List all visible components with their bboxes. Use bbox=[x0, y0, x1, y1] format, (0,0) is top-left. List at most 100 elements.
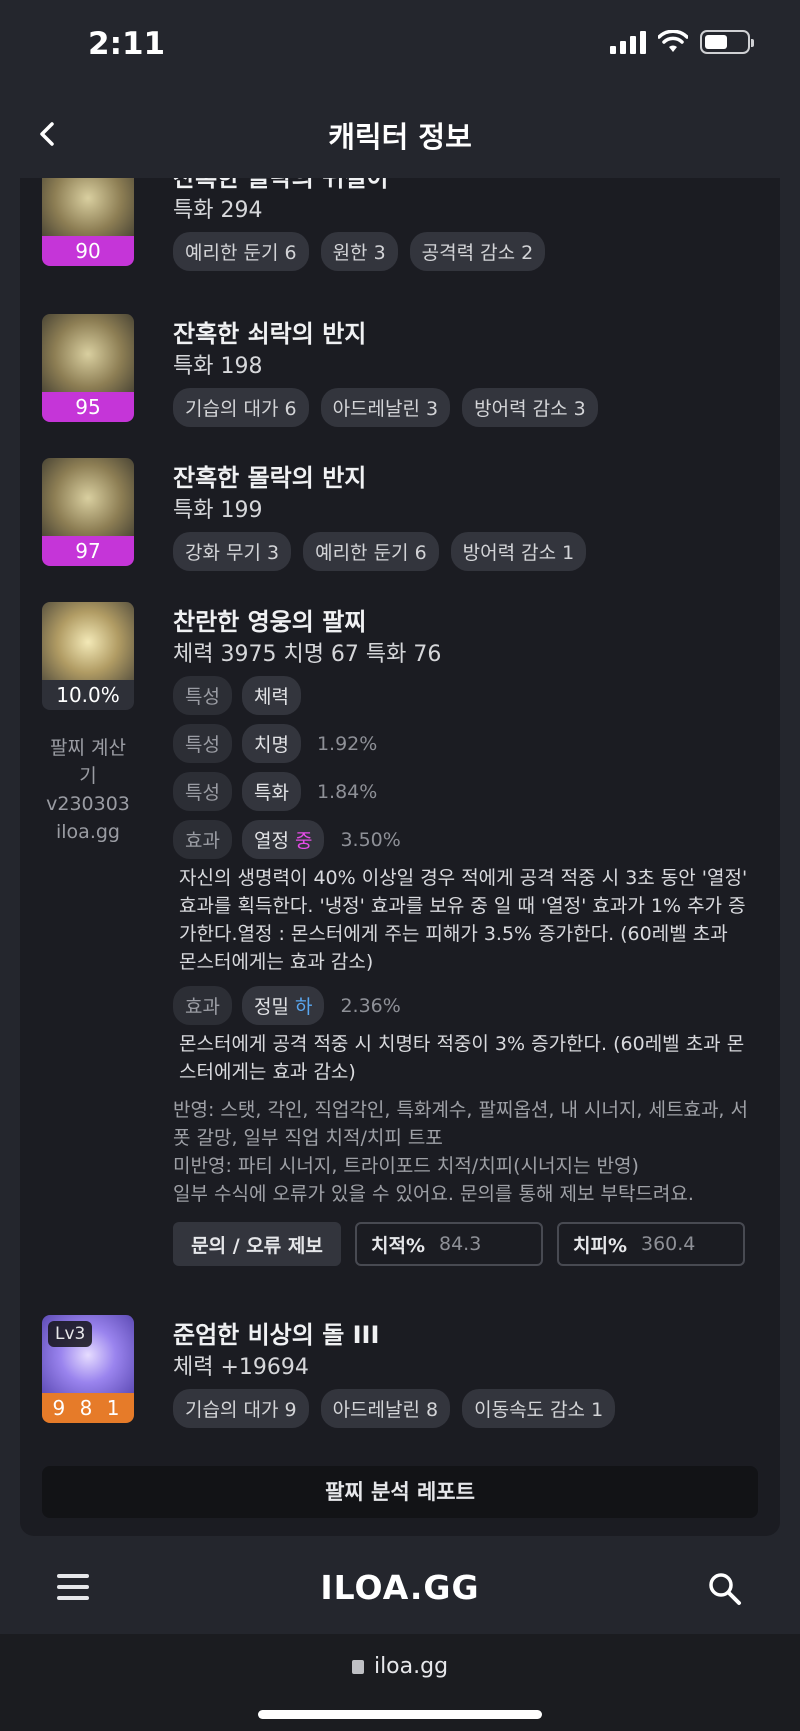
option-description: 자신의 생명력이 40% 이상일 경우 적에게 공격 적중 시 3초 동안 '열… bbox=[179, 867, 748, 973]
crit-damage-field[interactable]: 치피% 360.4 bbox=[557, 1222, 745, 1266]
equipment-panel: 90 잔혹한 몰락의 귀걸이 특화 294 예리한 둔기 6 원한 3 공격력 … bbox=[20, 178, 780, 1536]
bracelet-option: 특성 특화 1.84% bbox=[173, 772, 377, 811]
url-field[interactable]: iloa.gg bbox=[0, 1654, 800, 1679]
option-description: 몬스터에게 공격 적중 시 치명타 적중이 3% 증가한다. (60레벨 초과 … bbox=[179, 1033, 745, 1083]
item-name: 준엄한 비상의 돌 III bbox=[173, 1321, 380, 1349]
site-logo[interactable]: ILOA.GG bbox=[0, 1568, 800, 1607]
crit-rate-label: 치적% bbox=[371, 1234, 425, 1257]
engraving-tag: 아드레날린 3 bbox=[320, 388, 451, 427]
item-stat: 특화 294 bbox=[173, 198, 263, 223]
lock-icon bbox=[351, 1660, 364, 1674]
option-percent: 1.84% bbox=[316, 780, 378, 803]
ability-stone-item[interactable]: Lv3 9 8 1 준엄한 비상의 돌 III 체력 +19694 기습의 대가… bbox=[42, 1315, 762, 1435]
option-value: 열정 중 bbox=[241, 820, 325, 859]
ring-icon bbox=[42, 458, 134, 538]
browser-address-bar: iloa.gg bbox=[0, 1634, 800, 1731]
item-name: 잔혹한 몰락의 귀걸이 bbox=[173, 178, 389, 192]
bracelet-item: 10.0% 팔찌 계산기 v230303 iloa.gg 찬란한 영웅의 팔찌 … bbox=[42, 602, 762, 1332]
engraving-tag: 예리한 둔기 6 bbox=[173, 232, 309, 271]
crit-rate-field[interactable]: 치적% 84.3 bbox=[355, 1222, 543, 1266]
item-thumbnail: 97 bbox=[42, 458, 134, 566]
stone-level-badge: Lv3 bbox=[48, 1321, 93, 1347]
engraving-tags: 강화 무기 3 예리한 둔기 6 방어력 감소 1 bbox=[173, 532, 587, 571]
option-name: 정밀 bbox=[253, 996, 289, 1018]
report-error-button[interactable]: 문의 / 오류 제보 bbox=[173, 1222, 341, 1266]
quality-badge: 97 bbox=[42, 536, 134, 566]
engraving-tags: 예리한 둔기 6 원한 3 공격력 감소 2 bbox=[173, 232, 546, 271]
item-stat: 체력 3975 치명 67 특화 76 bbox=[173, 642, 442, 667]
engraving-tag: 이동속도 감소 1 bbox=[462, 1389, 616, 1428]
item-thumbnail: Lv3 9 8 1 bbox=[42, 1315, 134, 1423]
url-text: iloa.gg bbox=[373, 1654, 449, 1679]
accessory-item[interactable]: 95 잔혹한 쇠락의 반지 특화 198 기습의 대가 6 아드레날린 3 방어… bbox=[42, 314, 762, 427]
calc-label-line: v230303 bbox=[46, 793, 130, 815]
engraving-tag: 예리한 둔기 6 bbox=[303, 532, 439, 571]
option-percent: 2.36% bbox=[340, 994, 401, 1017]
earring-icon bbox=[42, 178, 134, 238]
unreflected-note: 미반영: 파티 시너지, 트라이포드 치적/치피(시너지는 반영) bbox=[173, 1155, 639, 1177]
crit-damage-label: 치피% bbox=[573, 1234, 627, 1257]
reflected-note: 반영: 스탯, 각인, 직업각인, 특화계수, 팔찌옵션, 내 시너지, 세트효… bbox=[173, 1099, 748, 1149]
item-stat: 특화 199 bbox=[173, 498, 263, 523]
item-name: 잔혹한 몰락의 반지 bbox=[173, 464, 367, 492]
option-grade: 하 bbox=[294, 996, 313, 1018]
option-kind: 특성 bbox=[173, 724, 232, 763]
item-thumbnail: 10.0% bbox=[42, 602, 134, 710]
engraving-tag: 기습의 대가 6 bbox=[173, 388, 309, 427]
calculator-actions: 문의 / 오류 제보 치적% 84.3 치피% 360.4 bbox=[173, 1222, 745, 1266]
ring-icon bbox=[42, 314, 134, 394]
search-icon[interactable] bbox=[708, 1572, 742, 1606]
engraving-tag: 원한 3 bbox=[320, 232, 398, 271]
bracelet-option: 효과 열정 중 3.50% bbox=[173, 820, 401, 859]
status-bar: 2:11 bbox=[0, 0, 800, 90]
stone-tier-badge: 9 8 1 bbox=[42, 1393, 134, 1423]
calc-label-line: 팔찌 계산기 bbox=[50, 737, 126, 787]
error-note: 일부 수식에 오류가 있을 수 있어요. 문의를 통해 제보 부탁드려요. bbox=[173, 1183, 694, 1205]
calc-label-line: iloa.gg bbox=[56, 821, 120, 843]
option-kind: 특성 bbox=[173, 676, 232, 715]
engraving-tag: 방어력 감소 1 bbox=[450, 532, 587, 571]
bottom-nav: ILOA.GG bbox=[0, 1544, 800, 1634]
option-percent: 3.50% bbox=[340, 828, 401, 851]
item-name: 찬란한 영웅의 팔찌 bbox=[173, 608, 367, 636]
home-indicator[interactable] bbox=[258, 1710, 542, 1719]
option-value: 정밀 하 bbox=[241, 986, 325, 1025]
item-thumbnail: 95 bbox=[42, 314, 134, 422]
option-name: 열정 bbox=[253, 830, 289, 852]
engraving-tags: 기습의 대가 6 아드레날린 3 방어력 감소 3 bbox=[173, 388, 598, 427]
engraving-tag: 기습의 대가 9 bbox=[173, 1389, 309, 1428]
header: 캐릭터 정보 bbox=[0, 90, 800, 178]
bracelet-icon bbox=[42, 602, 134, 682]
item-thumbnail: 90 bbox=[42, 178, 134, 266]
bracelet-analysis-report-button[interactable]: 팔찌 분석 레포트 bbox=[42, 1466, 758, 1518]
crit-rate-value: 84.3 bbox=[439, 1233, 482, 1255]
bracelet-option: 특성 체력 bbox=[173, 676, 301, 715]
engraving-tag: 방어력 감소 3 bbox=[462, 388, 598, 427]
accessory-item[interactable]: 90 잔혹한 몰락의 귀걸이 특화 294 예리한 둔기 6 원한 3 공격력 … bbox=[42, 178, 762, 271]
option-value: 체력 bbox=[241, 676, 301, 715]
crit-damage-value: 360.4 bbox=[641, 1233, 696, 1255]
item-stat: 특화 198 bbox=[173, 354, 263, 379]
battery-icon bbox=[700, 30, 754, 54]
item-name: 잔혹한 쇠락의 반지 bbox=[173, 320, 367, 348]
option-percent: 1.92% bbox=[316, 732, 378, 755]
quality-badge: 90 bbox=[42, 236, 134, 266]
bracelet-option: 특성 치명 1.92% bbox=[173, 724, 377, 763]
engraving-tag: 공격력 감소 2 bbox=[409, 232, 546, 271]
option-kind: 특성 bbox=[173, 772, 232, 811]
option-value: 특화 bbox=[241, 772, 301, 811]
wifi-icon bbox=[658, 30, 688, 52]
engraving-tags: 기습의 대가 9 아드레날린 8 이동속도 감소 1 bbox=[173, 1389, 616, 1428]
status-time: 2:11 bbox=[88, 26, 166, 62]
option-value: 치명 bbox=[241, 724, 301, 763]
option-kind: 효과 bbox=[173, 986, 232, 1025]
page-title: 캐릭터 정보 bbox=[328, 120, 472, 154]
bracelet-score-badge: 10.0% bbox=[42, 680, 134, 710]
engraving-tag: 강화 무기 3 bbox=[173, 532, 292, 571]
accessory-item[interactable]: 97 잔혹한 몰락의 반지 특화 199 강화 무기 3 예리한 둔기 6 방어… bbox=[42, 458, 762, 571]
status-icons bbox=[610, 30, 754, 54]
quality-badge: 95 bbox=[42, 392, 134, 422]
engraving-tag: 아드레날린 8 bbox=[320, 1389, 451, 1428]
item-stat: 체력 +19694 bbox=[173, 1355, 309, 1380]
option-kind: 효과 bbox=[173, 820, 232, 859]
